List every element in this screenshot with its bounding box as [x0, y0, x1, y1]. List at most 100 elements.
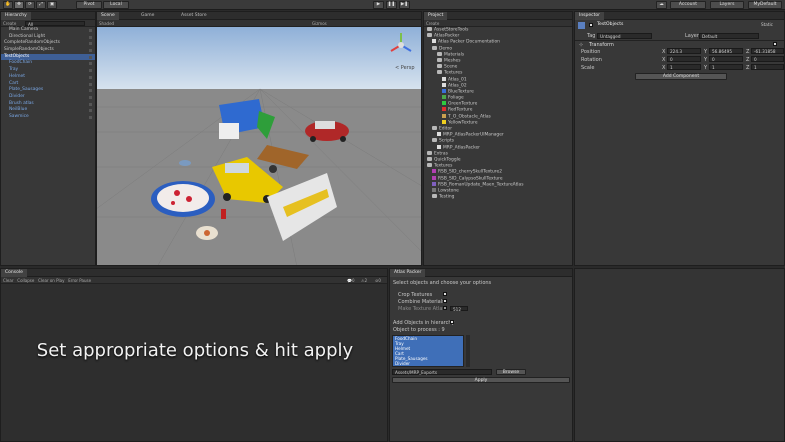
- visibility-toggle-icon[interactable]: [89, 35, 92, 39]
- position-x-field[interactable]: 224.3: [667, 48, 701, 54]
- shading-dropdown[interactable]: Shaded: [99, 21, 114, 26]
- rect-tool-icon[interactable]: ▣: [47, 1, 57, 9]
- console-error-pause-button[interactable]: Error Pause: [68, 278, 91, 283]
- hierarchy-item[interactable]: Main Camera: [1, 27, 95, 34]
- hierarchy-item[interactable]: Divider: [1, 94, 95, 101]
- tab-project[interactable]: Project: [424, 12, 448, 20]
- layers-dropdown[interactable]: Layers: [710, 1, 744, 9]
- rotation-x-field[interactable]: 0: [667, 56, 701, 62]
- visibility-toggle-icon[interactable]: [89, 69, 92, 73]
- project-folder[interactable]: Testing: [424, 194, 572, 200]
- active-checkbox[interactable]: [589, 23, 593, 27]
- project-item-label: Atlas Packer Documentation: [438, 39, 500, 45]
- tab-hierarchy[interactable]: Hierarchy: [1, 12, 31, 20]
- scene-viewport[interactable]: < Persp: [97, 27, 422, 266]
- add-objects-checkbox[interactable]: [450, 320, 454, 324]
- pause-button[interactable]: ❚❚: [386, 1, 397, 9]
- scale-y-field[interactable]: 1: [709, 64, 743, 70]
- move-tool-icon[interactable]: ✥: [14, 1, 24, 9]
- export-path-field[interactable]: Assets/MRP_Exports: [392, 369, 492, 375]
- scale-tool-icon[interactable]: ⤢: [36, 1, 46, 9]
- combine-materials-checkbox[interactable]: [443, 299, 447, 303]
- position-z-field[interactable]: -61.31858: [751, 48, 784, 54]
- browse-button[interactable]: Browse: [496, 369, 526, 375]
- log-count[interactable]: 💬0: [347, 277, 355, 284]
- small-item-object[interactable]: [179, 160, 191, 166]
- visibility-toggle-icon[interactable]: [89, 109, 92, 113]
- apply-button[interactable]: Apply: [392, 377, 570, 383]
- project-item-label: MRP_AtlasPacker: [443, 145, 480, 151]
- crop-textures-checkbox[interactable]: [443, 292, 447, 296]
- tab-scene[interactable]: Scene: [97, 12, 119, 20]
- visibility-toggle-icon[interactable]: [89, 82, 92, 86]
- plate-object[interactable]: [151, 181, 215, 217]
- tab-atlas-packer[interactable]: Atlas Packer: [390, 269, 426, 277]
- play-button[interactable]: ▶: [373, 1, 384, 9]
- console-clear-button[interactable]: Clear: [3, 278, 13, 283]
- rotation-y-field[interactable]: 0: [709, 56, 743, 62]
- tab-console[interactable]: Console: [1, 269, 27, 277]
- hierarchy-item-label: NeilBlue: [9, 107, 28, 113]
- object-list-item[interactable]: Divider: [393, 361, 463, 366]
- red-car-object[interactable]: [305, 121, 349, 142]
- account-dropdown[interactable]: Account: [670, 1, 706, 9]
- visibility-toggle-icon[interactable]: [89, 55, 92, 59]
- project-create-dropdown[interactable]: Create: [426, 21, 439, 26]
- hierarchy-item[interactable]: Tray: [1, 67, 95, 74]
- rotation-z-field[interactable]: 0: [751, 56, 784, 62]
- layer-dropdown[interactable]: Default: [699, 33, 759, 39]
- hierarchy-item[interactable]: SimpleRandomObjects: [1, 47, 95, 54]
- rotate-tool-icon[interactable]: ⟳: [25, 1, 35, 9]
- hierarchy-item[interactable]: Plate_Sausages: [1, 87, 95, 94]
- layout-dropdown[interactable]: MyDefault: [748, 1, 782, 9]
- tag-dropdown[interactable]: Untagged: [597, 33, 652, 39]
- console-collapse-button[interactable]: Collapse: [17, 278, 34, 283]
- scale-x-field[interactable]: 1: [667, 64, 701, 70]
- object-name-field[interactable]: TestObjects: [597, 22, 623, 27]
- visibility-toggle-icon[interactable]: [89, 42, 92, 46]
- hierarchy-item[interactable]: NeilBlue: [1, 107, 95, 114]
- file-icon: [442, 76, 446, 81]
- pivot-toggle[interactable]: Pivot: [76, 1, 102, 9]
- visibility-toggle-icon[interactable]: [89, 115, 92, 119]
- object-list-scrollbar[interactable]: [466, 335, 470, 367]
- scale-z-field[interactable]: 1: [751, 64, 784, 70]
- create-dropdown[interactable]: Create: [3, 21, 16, 26]
- add-component-button[interactable]: Add Component: [635, 73, 727, 80]
- warning-count[interactable]: ⚠2: [361, 277, 367, 284]
- visibility-toggle-icon[interactable]: [89, 49, 92, 53]
- console-clear-on-play-button[interactable]: Clear on Play: [38, 278, 64, 283]
- step-button[interactable]: ▶❚: [399, 1, 410, 9]
- hand-tool-icon[interactable]: ✋: [3, 1, 13, 9]
- cloud-icon[interactable]: ☁: [656, 1, 667, 9]
- tab-game[interactable]: Game: [137, 12, 158, 20]
- local-toggle[interactable]: Local: [103, 1, 129, 9]
- object-list[interactable]: FoodChain Tray Helmet Cart Plate_Sausages Div…: [392, 335, 464, 367]
- visibility-toggle-icon[interactable]: [89, 29, 92, 32]
- visibility-toggle-icon[interactable]: [89, 62, 92, 66]
- red-bottle-object[interactable]: [221, 209, 226, 219]
- visibility-toggle-icon[interactable]: [89, 102, 92, 106]
- transform-header[interactable]: ⊹ Transform: [575, 40, 784, 48]
- hierarchy-item-label: TestObjects: [4, 53, 30, 59]
- tab-inspector[interactable]: Inspector: [575, 12, 604, 20]
- hierarchy-toolbar: Create All: [1, 20, 95, 27]
- persp-label[interactable]: < Persp: [395, 65, 415, 71]
- make-texture-atlas-checkbox[interactable]: [443, 306, 447, 310]
- small-plate-object[interactable]: [196, 226, 218, 240]
- hierarchy-search-input[interactable]: All: [25, 21, 85, 27]
- tab-asset-store[interactable]: Asset Store: [177, 12, 211, 20]
- gizmos-dropdown[interactable]: Gizmos: [312, 20, 327, 27]
- hierarchy-item[interactable]: Helmet: [1, 74, 95, 81]
- transform-settings-icon[interactable]: [773, 42, 777, 46]
- texture-icon: [432, 181, 436, 186]
- static-toggle[interactable]: Static: [761, 22, 773, 27]
- position-y-field[interactable]: 56.86495: [709, 48, 743, 54]
- visibility-toggle-icon[interactable]: [89, 89, 92, 93]
- visibility-toggle-icon[interactable]: [89, 95, 92, 99]
- atlas-size-dropdown[interactable]: 512: [450, 306, 468, 312]
- error-count[interactable]: ⊘0: [375, 277, 381, 284]
- hierarchy-item[interactable]: Sawmice: [1, 114, 95, 121]
- project-item-label: BlueTexture: [448, 89, 474, 95]
- visibility-toggle-icon[interactable]: [89, 75, 92, 79]
